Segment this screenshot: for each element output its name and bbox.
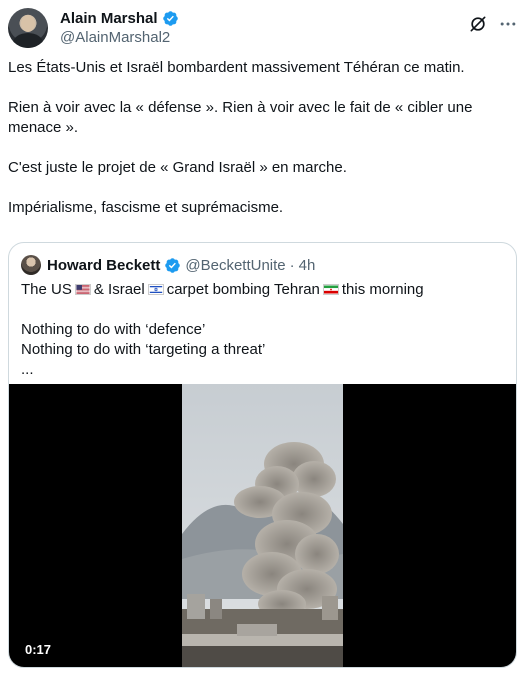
post-paragraph: C'est juste le projet de « Grand Israël … [8,159,347,176]
video-frame[interactable] [182,384,343,668]
quoted-post-header: Howard Beckett @BeckettUnite · 4h [21,255,315,275]
quoted-line: The US & Israel carpet bombing Tehran th… [21,280,501,300]
quoted-line: Nothing to do with ‘targeting a threat’ [21,341,266,358]
quoted-author-avatar[interactable] [21,255,41,275]
grok-icon[interactable] [468,14,488,34]
post-paragraph: Rien à voir avec la « défense ». Rien à … [8,99,473,136]
israel-flag-icon [147,284,164,295]
quoted-author-name[interactable]: Howard Beckett [47,257,160,274]
author-avatar[interactable] [8,8,48,48]
quoted-author-handle[interactable]: @BeckettUnite [185,257,285,274]
video-player[interactable]: 0:17 [9,384,516,668]
post-paragraph: Les États-Unis et Israël bombardent mass… [8,59,465,76]
more-options-icon[interactable] [498,14,518,34]
author-handle[interactable]: @AlainMarshal2 [60,29,170,46]
quoted-post[interactable]: Howard Beckett @BeckettUnite · 4h The US… [8,242,517,668]
iran-flag-icon [322,284,339,295]
post-paragraph: Impérialisme, fascisme et suprémacisme. [8,199,284,216]
quoted-line: ... [21,361,34,378]
quoted-separator: · [289,256,295,274]
author-name-row[interactable]: Alain Marshal [60,10,179,27]
avatar-shoulders [13,33,43,48]
quoted-timestamp[interactable]: 4h [299,257,316,274]
author-name[interactable]: Alain Marshal [60,10,158,27]
quoted-post-text: The US & Israel carpet bombing Tehran th… [21,280,501,380]
quoted-line: Nothing to do with ‘defence’ [21,321,206,338]
verified-badge-icon [165,257,181,273]
avatar-face [21,15,35,32]
video-duration-badge: 0:17 [19,640,58,659]
quoted-line-part: & Israel [93,281,145,298]
quoted-line-part: carpet bombing Tehran [166,281,320,298]
post-text: Les États-Unis et Israël bombardent mass… [8,58,513,218]
verified-badge-icon [162,11,178,26]
us-flag-icon [74,284,91,295]
post-header: Alain Marshal @AlainMarshal2 [8,8,518,48]
quoted-line-part: The US [21,281,72,298]
quoted-line-part: this morning [341,281,424,298]
